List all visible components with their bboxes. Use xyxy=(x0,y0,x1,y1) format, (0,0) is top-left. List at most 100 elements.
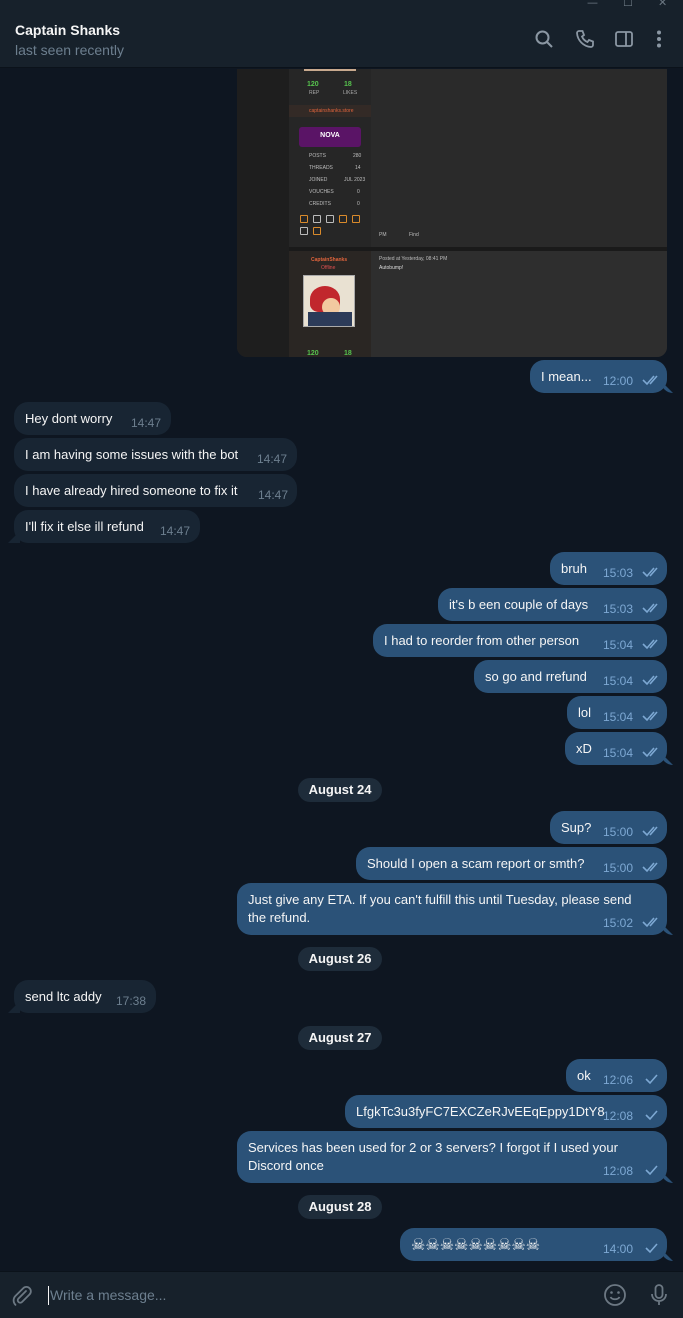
message-text: it's b een couple of days xyxy=(449,597,589,612)
message-bubble-outgoing[interactable]: Should I open a scam report or smth? 15:… xyxy=(356,847,667,880)
post-text: Autobump! xyxy=(379,265,404,271)
chat-header[interactable]: Captain Shanks last seen recently xyxy=(0,8,683,68)
text-cursor xyxy=(48,1286,49,1305)
window-titlebar: — ☐ ✕ xyxy=(0,0,683,9)
contact-name[interactable]: Captain Shanks xyxy=(15,22,120,38)
message-bubble-outgoing[interactable]: LfgkTc3u3fyFC7EXCZeRJvEEqEppy1DtY8 12:08 xyxy=(345,1095,667,1128)
message-text: xD xyxy=(576,741,592,756)
message-text: I had to reorder from other person xyxy=(384,633,580,648)
double-check-icon xyxy=(642,747,658,758)
message-text: bruh xyxy=(561,561,588,576)
likes-label: LIKES xyxy=(343,90,358,96)
award-icon xyxy=(339,215,347,223)
pm-button: PM xyxy=(379,232,387,238)
microphone-icon[interactable] xyxy=(647,1283,671,1307)
message-time: 15:00 xyxy=(603,861,634,875)
message-text: Just give any ETA. If you can't fulfill … xyxy=(248,892,632,925)
message-bubble-outgoing[interactable]: ☠☠☠☠☠☠☠☠☠ 14:00 xyxy=(400,1228,667,1261)
emoji-icon[interactable] xyxy=(603,1283,627,1307)
double-check-icon xyxy=(642,603,658,614)
date-separator: August 26 xyxy=(298,947,382,971)
double-check-icon xyxy=(642,639,658,650)
message-bubble-outgoing[interactable]: I mean... 12:00 xyxy=(530,360,667,393)
message-time: 15:04 xyxy=(603,638,634,652)
stat-label: CREDITS xyxy=(309,201,331,207)
message-bubble-outgoing[interactable]: xD 15:04 xyxy=(565,732,667,765)
award-icon xyxy=(313,227,321,235)
rep-label: REP xyxy=(309,90,320,96)
post-body xyxy=(371,251,667,357)
single-check-icon xyxy=(645,1243,658,1254)
message-time: 15:02 xyxy=(603,916,634,930)
poster-status: Offline xyxy=(321,265,336,271)
message-bubble-incoming[interactable]: Hey dont worry 14:47 xyxy=(14,402,171,435)
more-icon[interactable] xyxy=(648,28,670,50)
paperclip-icon[interactable] xyxy=(10,1284,34,1308)
message-bubble-incoming[interactable]: send ltc addy 17:38 xyxy=(14,980,156,1013)
likes-value: 18 xyxy=(344,350,352,357)
message-time: 14:47 xyxy=(131,416,162,430)
message-time: 14:47 xyxy=(258,488,289,502)
double-check-icon xyxy=(642,917,658,928)
message-bubble-outgoing[interactable]: Just give any ETA. If you can't fulfill … xyxy=(237,883,667,935)
nova-badge: NOVA xyxy=(299,127,361,147)
date-separator: August 28 xyxy=(298,1195,382,1219)
double-check-icon xyxy=(642,675,658,686)
award-icon xyxy=(352,215,360,223)
nova-badge-text: NOVA xyxy=(320,132,340,139)
message-bubble-outgoing[interactable]: ok 12:06 xyxy=(566,1059,667,1092)
message-text: I'll fix it else ill refund xyxy=(25,519,144,534)
message-time: 15:03 xyxy=(603,566,634,580)
double-check-icon xyxy=(642,862,658,873)
search-icon[interactable] xyxy=(533,28,555,50)
message-text: lol xyxy=(578,705,592,720)
stat-label: THREADS xyxy=(309,165,333,171)
rep-value: 120 xyxy=(307,350,319,357)
sidebar-icon[interactable] xyxy=(613,28,635,50)
message-bubble-outgoing[interactable]: I had to reorder from other person 15:04 xyxy=(373,624,667,657)
stat-label: JOINED xyxy=(309,177,328,183)
poster-avatar xyxy=(303,275,355,327)
message-bubble-outgoing[interactable]: Services has been used for 2 or 3 server… xyxy=(237,1131,667,1183)
message-time: 15:03 xyxy=(603,602,634,616)
avatar-top xyxy=(304,69,356,71)
message-bubble-outgoing[interactable]: so go and rrefund 15:04 xyxy=(474,660,667,693)
find-button: Find xyxy=(409,232,419,238)
message-bubble-outgoing[interactable]: Sup? 15:00 xyxy=(550,811,667,844)
message-bubble-outgoing[interactable]: it's b een couple of days 15:03 xyxy=(438,588,667,621)
message-text: Should I open a scam report or smth? xyxy=(367,856,585,871)
message-time: 12:08 xyxy=(603,1164,634,1178)
award-icon xyxy=(300,215,308,223)
award-icon xyxy=(300,227,308,235)
message-list[interactable]: 120 18 REP LIKES captainshanks.store NOV… xyxy=(0,69,683,1271)
message-text: Services has been used for 2 or 3 server… xyxy=(248,1140,618,1173)
phone-icon[interactable] xyxy=(574,28,596,50)
message-bubble-incoming[interactable]: I'll fix it else ill refund 14:47 xyxy=(14,510,200,543)
message-text: Sup? xyxy=(561,820,592,835)
post-timestamp: Posted at Yesterday, 08:41 PM xyxy=(379,256,448,262)
message-text: LfgkTc3u3fyFC7EXCZeRJvEEqEppy1DtY8 xyxy=(356,1104,605,1119)
message-time: 14:00 xyxy=(603,1242,634,1256)
site-link: captainshanks.store xyxy=(309,108,354,114)
date-separator: August 27 xyxy=(298,1026,382,1050)
message-bubble-incoming[interactable]: I have already hired someone to fix it 1… xyxy=(14,474,297,507)
single-check-icon xyxy=(645,1110,658,1121)
likes-value: 18 xyxy=(344,81,352,88)
message-text: ☠☠☠☠☠☠☠☠☠ xyxy=(411,1235,541,1254)
message-time: 15:04 xyxy=(603,710,634,724)
message-input[interactable]: Write a message... xyxy=(50,1287,166,1303)
message-bubble-incoming[interactable]: I am having some issues with the bot 14:… xyxy=(14,438,297,471)
double-check-icon xyxy=(642,711,658,722)
forum-screenshot-image[interactable]: 120 18 REP LIKES captainshanks.store NOV… xyxy=(237,69,667,357)
message-text: I have already hired someone to fix it xyxy=(25,483,238,498)
stat-label: VOUCHES xyxy=(309,189,334,195)
message-bubble-outgoing[interactable]: lol 15:04 xyxy=(567,696,667,729)
double-check-icon xyxy=(642,826,658,837)
message-time: 15:04 xyxy=(603,674,634,688)
screenshot-left-gutter xyxy=(237,69,289,357)
double-check-icon xyxy=(642,375,658,386)
message-text: ok xyxy=(577,1068,591,1083)
message-bubble-outgoing[interactable]: bruh 15:03 xyxy=(550,552,667,585)
message-time: 15:04 xyxy=(603,746,634,760)
award-icon xyxy=(326,215,334,223)
